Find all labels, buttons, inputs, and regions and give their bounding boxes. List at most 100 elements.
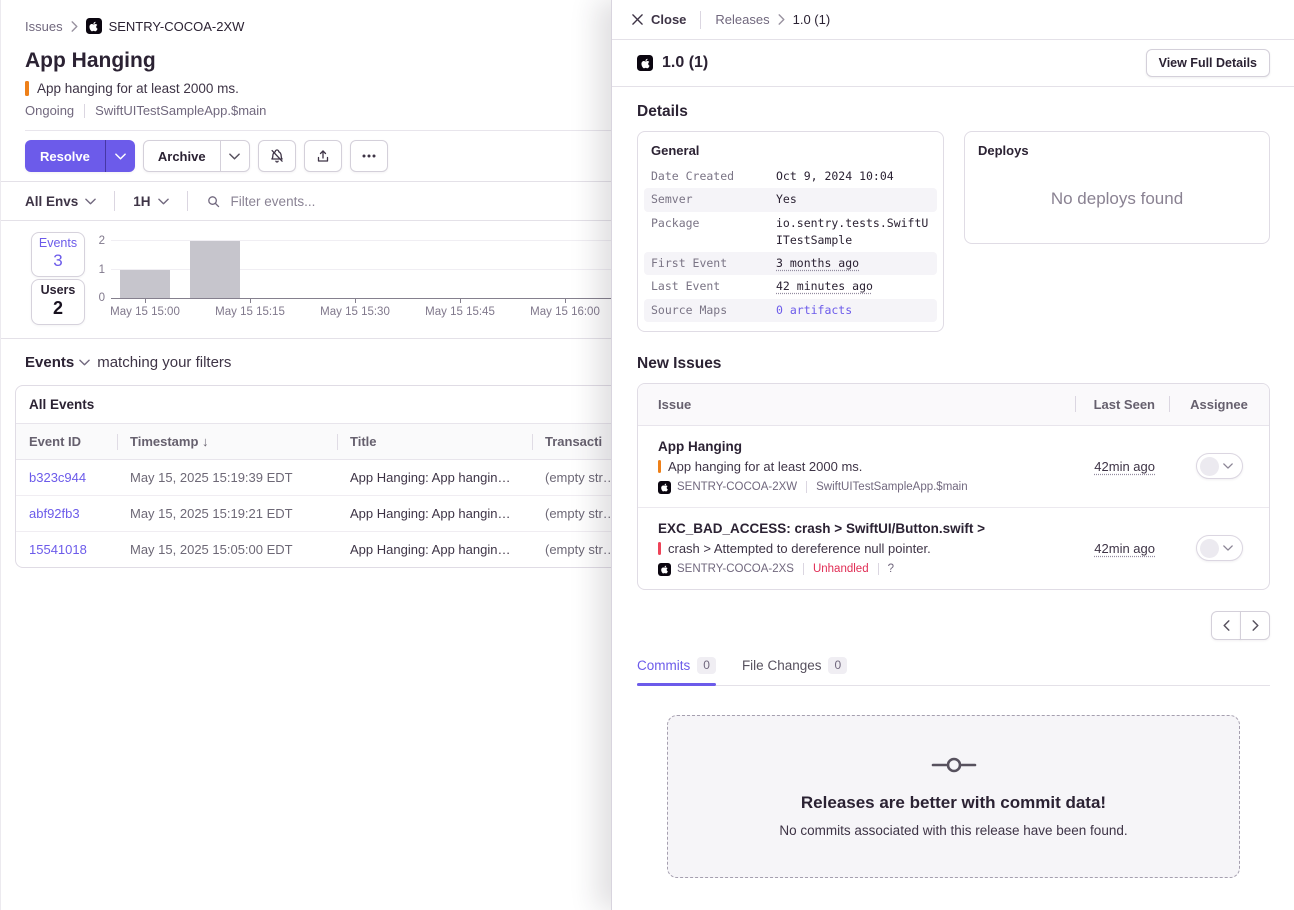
event-id-link[interactable]: 15541018 bbox=[16, 532, 117, 567]
issue-project-slug: SENTRY-COCOA-2XW bbox=[677, 481, 797, 493]
kv-row-last-event: Last Event 42 minutes ago bbox=[644, 275, 937, 298]
unassigned-avatar bbox=[1200, 539, 1219, 558]
column-header-timestamp[interactable]: Timestamp ↓ bbox=[117, 424, 337, 459]
new-issues-table: Issue Last Seen Assignee App Hanging App… bbox=[637, 383, 1270, 590]
kv-row-date-created: Date Created Oct 9, 2024 10:04 bbox=[644, 165, 937, 188]
issue-title-link[interactable]: App Hanging bbox=[658, 439, 1075, 454]
drawer-body: Details General Date Created Oct 9, 2024… bbox=[612, 87, 1294, 878]
error-level-bar bbox=[25, 81, 29, 96]
breadcrumb-project[interactable]: SENTRY-COCOA-2XW bbox=[86, 18, 245, 34]
new-issues-heading: New Issues bbox=[637, 355, 1270, 373]
sentry-app: Issues SENTRY-COCOA-2XW App Hanging App … bbox=[0, 0, 1294, 910]
column-header-assignee: Assignee bbox=[1169, 384, 1269, 425]
assignee-dropdown[interactable] bbox=[1196, 535, 1243, 561]
kv-row-semver: Semver Yes bbox=[644, 188, 937, 211]
divider bbox=[803, 563, 804, 575]
drawer-breadcrumb-releases[interactable]: Releases bbox=[715, 12, 769, 27]
users-count-toggle[interactable]: Users 2 bbox=[31, 279, 85, 325]
chevron-down-icon bbox=[79, 359, 90, 366]
y-axis-tick-label: 1 bbox=[89, 264, 105, 276]
deploys-card: Deploys No deploys found bbox=[964, 131, 1270, 244]
issue-last-seen: 42min ago bbox=[1075, 541, 1169, 556]
kv-value-tooltip: 3 months ago bbox=[776, 255, 930, 272]
drawer-breadcrumb-current: 1.0 (1) bbox=[793, 12, 831, 27]
release-tabs: Commits 0 File Changes 0 bbox=[637, 657, 1270, 686]
x-axis-tick bbox=[565, 299, 566, 303]
chevron-down-icon bbox=[1223, 545, 1233, 551]
archive-button[interactable]: Archive bbox=[143, 140, 221, 172]
kv-row-first-event: First Event 3 months ago bbox=[644, 252, 937, 275]
tab-commits-count: 0 bbox=[697, 657, 716, 674]
more-actions-button[interactable] bbox=[350, 140, 388, 172]
close-icon bbox=[632, 14, 643, 25]
events-heading-dropdown[interactable]: Events bbox=[25, 354, 90, 371]
event-id-link[interactable]: abf92fb3 bbox=[16, 496, 117, 531]
kv-key: First Event bbox=[651, 255, 776, 272]
issue-culprit-text: App hanging for at least 2000 ms. bbox=[37, 81, 239, 96]
resolve-dropdown-button[interactable] bbox=[105, 140, 135, 172]
kv-value-tooltip: 42 minutes ago bbox=[776, 278, 930, 295]
kv-value: Oct 9, 2024 10:04 bbox=[776, 168, 930, 185]
source-maps-link[interactable]: 0 artifacts bbox=[776, 302, 930, 319]
apple-platform-icon bbox=[658, 563, 671, 576]
kv-key: Semver bbox=[651, 191, 776, 208]
resolve-split-button: Resolve bbox=[25, 140, 135, 172]
new-issues-table-header: Issue Last Seen Assignee bbox=[638, 384, 1269, 426]
chevron-right-icon bbox=[1252, 620, 1259, 631]
x-axis-tick bbox=[355, 299, 356, 303]
kv-key: Source Maps bbox=[651, 302, 776, 319]
new-issue-row[interactable]: EXC_BAD_ACCESS: crash > SwiftUI/Button.s… bbox=[638, 507, 1269, 589]
chevron-left-icon bbox=[1223, 620, 1230, 631]
tab-file-changes[interactable]: File Changes 0 bbox=[742, 657, 847, 685]
tab-file-changes-label: File Changes bbox=[742, 658, 822, 673]
search-input[interactable] bbox=[231, 194, 561, 209]
new-issues-pagination bbox=[637, 611, 1270, 640]
chevron-down-icon bbox=[1223, 463, 1233, 469]
drawer-close-button[interactable]: Close bbox=[632, 12, 686, 27]
mute-button[interactable] bbox=[258, 140, 296, 172]
column-header-issue: Issue bbox=[638, 384, 1075, 425]
previous-page-button[interactable] bbox=[1211, 611, 1241, 640]
bell-slash-icon bbox=[269, 148, 285, 164]
issue-substatus: Ongoing bbox=[25, 103, 74, 118]
events-count-toggle[interactable]: Events 3 bbox=[31, 232, 85, 277]
divider bbox=[806, 481, 807, 493]
column-header-title[interactable]: Title bbox=[337, 424, 532, 459]
issue-last-seen: 42min ago bbox=[1075, 459, 1169, 474]
breadcrumb-issues-link[interactable]: Issues bbox=[25, 19, 63, 34]
divider bbox=[187, 191, 188, 211]
deploys-card-title: Deploys bbox=[965, 132, 1269, 165]
resolve-button[interactable]: Resolve bbox=[25, 140, 105, 172]
tab-commits[interactable]: Commits 0 bbox=[637, 657, 716, 685]
issue-title-link[interactable]: EXC_BAD_ACCESS: crash > SwiftUI/Button.s… bbox=[658, 521, 1075, 536]
drawer-header: Close Releases 1.0 (1) bbox=[612, 0, 1294, 40]
share-button[interactable] bbox=[304, 140, 342, 172]
tab-file-changes-count: 0 bbox=[828, 657, 847, 674]
events-heading-suffix: matching your filters bbox=[97, 354, 231, 371]
view-full-details-button[interactable]: View Full Details bbox=[1146, 49, 1270, 77]
next-page-button[interactable] bbox=[1240, 611, 1270, 640]
archive-dropdown-button[interactable] bbox=[220, 140, 250, 172]
date-range-filter[interactable]: 1H bbox=[133, 194, 168, 209]
chevron-right-icon bbox=[71, 21, 78, 32]
events-heading-label: Events bbox=[25, 354, 74, 371]
x-axis-tick bbox=[460, 299, 461, 303]
kv-key: Package bbox=[651, 215, 776, 250]
upload-icon bbox=[315, 148, 331, 164]
issue-context: SwiftUITestSampleApp.$main bbox=[95, 103, 266, 118]
divider bbox=[700, 11, 701, 29]
new-issue-row[interactable]: App Hanging App hanging for at least 200… bbox=[638, 426, 1269, 507]
kv-value: io.sentry.tests.SwiftUITestSample bbox=[776, 215, 930, 250]
error-level-bar bbox=[658, 542, 661, 555]
column-header-event-id[interactable]: Event ID bbox=[16, 424, 117, 459]
assignee-dropdown[interactable] bbox=[1196, 453, 1243, 479]
event-count-bar bbox=[120, 270, 170, 299]
deploys-empty-message: No deploys found bbox=[965, 165, 1269, 243]
environment-filter[interactable]: All Envs bbox=[25, 194, 96, 209]
event-id-link[interactable]: b323c944 bbox=[16, 460, 117, 495]
x-axis-tick-label: May 15 15:45 bbox=[425, 306, 495, 318]
issue-context: SwiftUITestSampleApp.$main bbox=[816, 481, 967, 493]
event-title: App Hanging: App hangin… bbox=[337, 460, 532, 495]
y-axis-tick-label: 2 bbox=[89, 235, 105, 247]
archive-split-button: Archive bbox=[143, 140, 250, 172]
